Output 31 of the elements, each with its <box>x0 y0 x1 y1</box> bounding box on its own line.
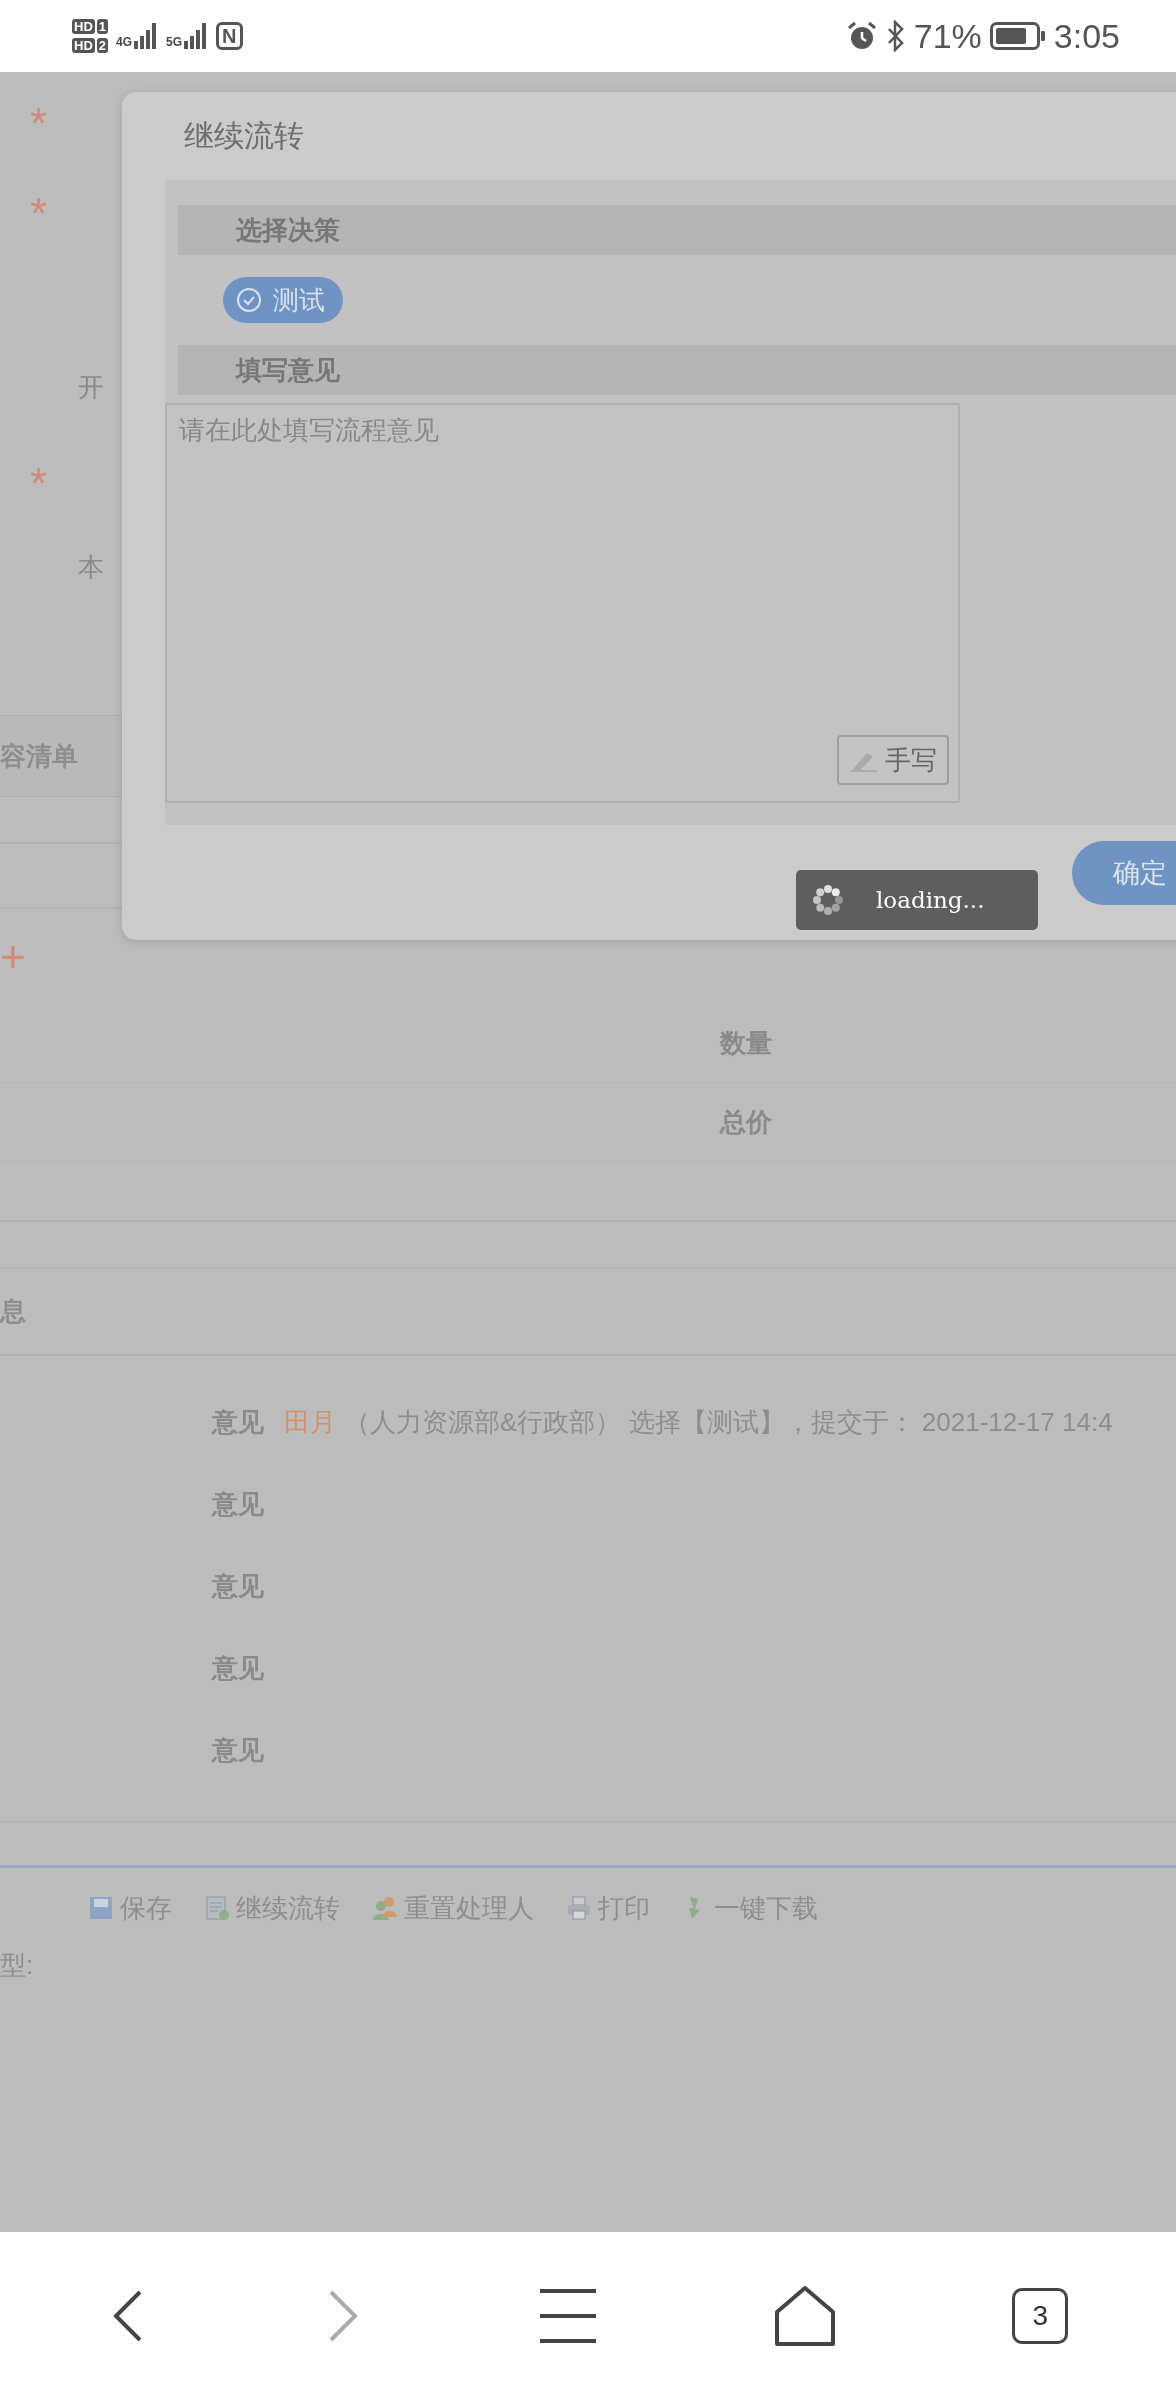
signal-icon <box>184 23 209 49</box>
confirm-button[interactable]: 确定 <box>1072 840 1176 905</box>
loading-text: loading... <box>876 887 985 913</box>
save-icon <box>88 1895 114 1921</box>
document-icon <box>204 1895 230 1921</box>
home-button[interactable] <box>773 2284 838 2348</box>
dialog-title: 继续流转 <box>183 117 305 154</box>
printer-icon <box>566 1895 592 1921</box>
required-mark: * <box>30 459 48 509</box>
spinner-icon <box>810 882 846 918</box>
check-icon <box>235 286 263 314</box>
battery-percent: 71% <box>913 16 982 56</box>
bluetooth-icon <box>885 20 906 52</box>
tabs-button[interactable]: 3 <box>1012 2288 1069 2344</box>
menu-button[interactable] <box>537 2287 598 2345</box>
add-icon[interactable]: + <box>0 931 26 982</box>
network-label: 4G <box>116 35 133 49</box>
decision-chip[interactable]: 测试 <box>223 277 343 323</box>
alarm-icon <box>845 20 878 52</box>
required-mark: * <box>30 99 48 149</box>
network-label: 5G <box>166 35 183 49</box>
required-mark: * <box>30 189 48 239</box>
battery-icon <box>989 22 1046 50</box>
section-header: 选择决策 <box>178 205 1176 255</box>
clock-time: 3:05 <box>1053 16 1120 56</box>
handwrite-button[interactable]: 手写 <box>837 735 949 785</box>
nfc-icon: N <box>216 22 243 50</box>
section-header: 填写意见 <box>178 345 1176 395</box>
people-icon <box>372 1895 398 1921</box>
author-name: 田月 <box>284 1405 336 1439</box>
signal-icon <box>134 23 159 49</box>
